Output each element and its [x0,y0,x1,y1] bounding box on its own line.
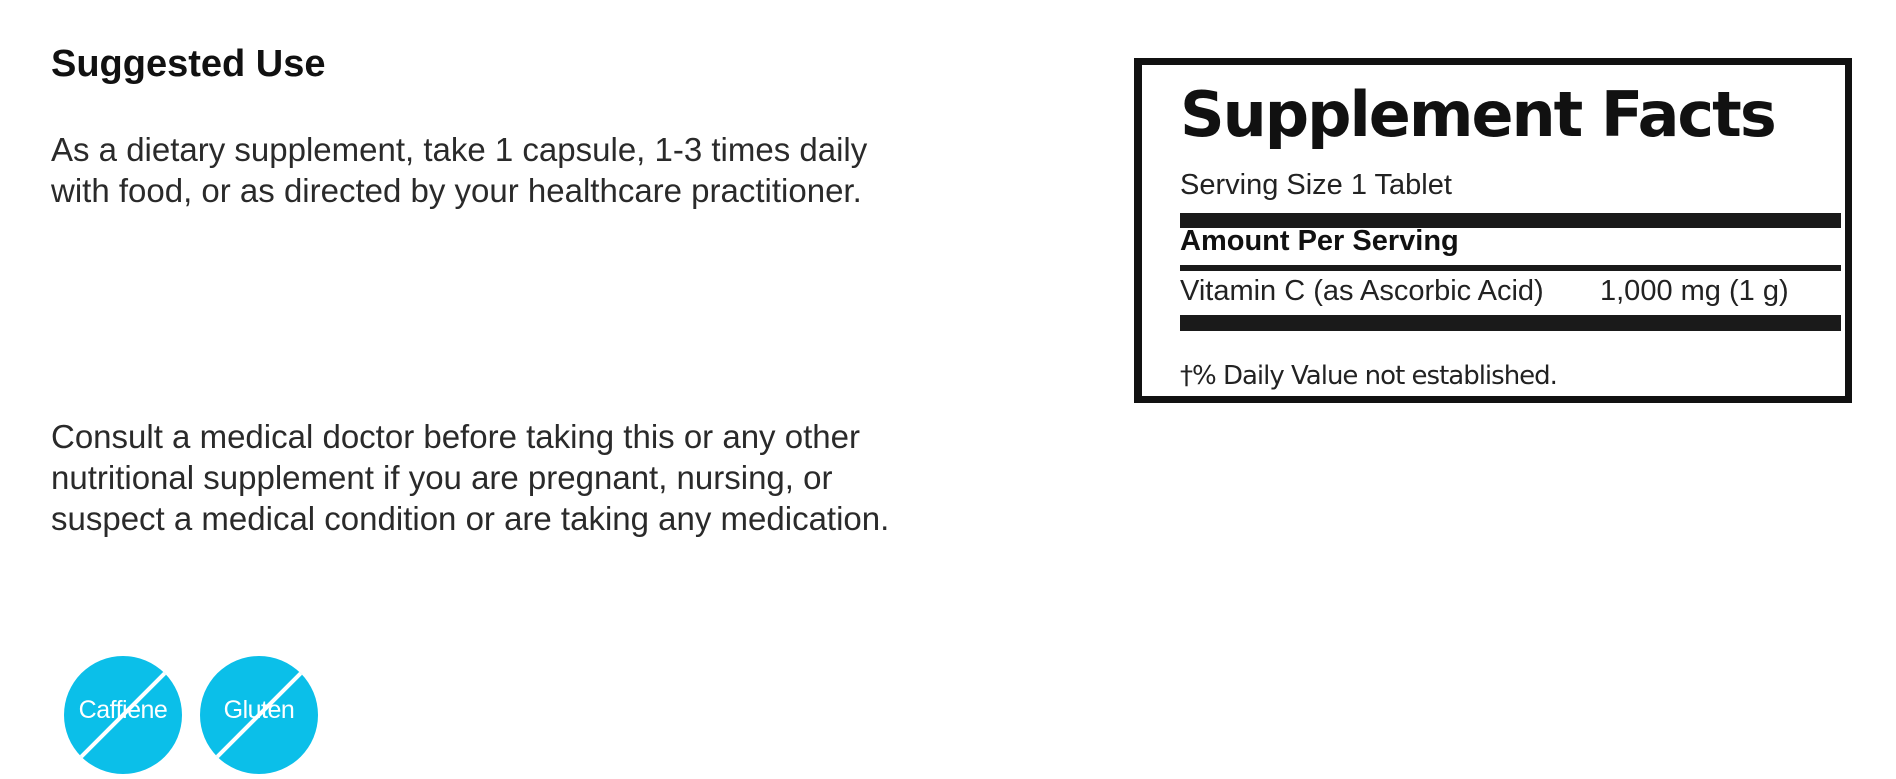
supplement-facts-title: Supplement Facts [1180,78,1777,151]
amount-per-serving-header: Amount Per Serving [1180,225,1459,257]
serving-size: Serving Size 1 Tablet [1180,169,1452,201]
thin-divider [1180,265,1841,271]
nutrient-name: Vitamin C (as Ascorbic Acid) [1180,275,1544,307]
gluten-free-badge: Gluten [200,656,318,774]
caffeine-free-badge: Caffiene [64,656,182,774]
daily-value-footnote: †% Daily Value not established. [1180,361,1558,391]
section-heading: Suggested Use [51,43,326,85]
directions-text: As a dietary supplement, take 1 capsule,… [51,131,868,209]
warning-text: Consult a medical doctor before taking t… [51,418,890,537]
bottom-divider [1180,315,1841,331]
supplement-facts-panel: Supplement Facts Serving Size 1 Tablet A… [1134,58,1852,403]
nutrient-amount: 1,000 mg (1 g) [1600,275,1789,307]
